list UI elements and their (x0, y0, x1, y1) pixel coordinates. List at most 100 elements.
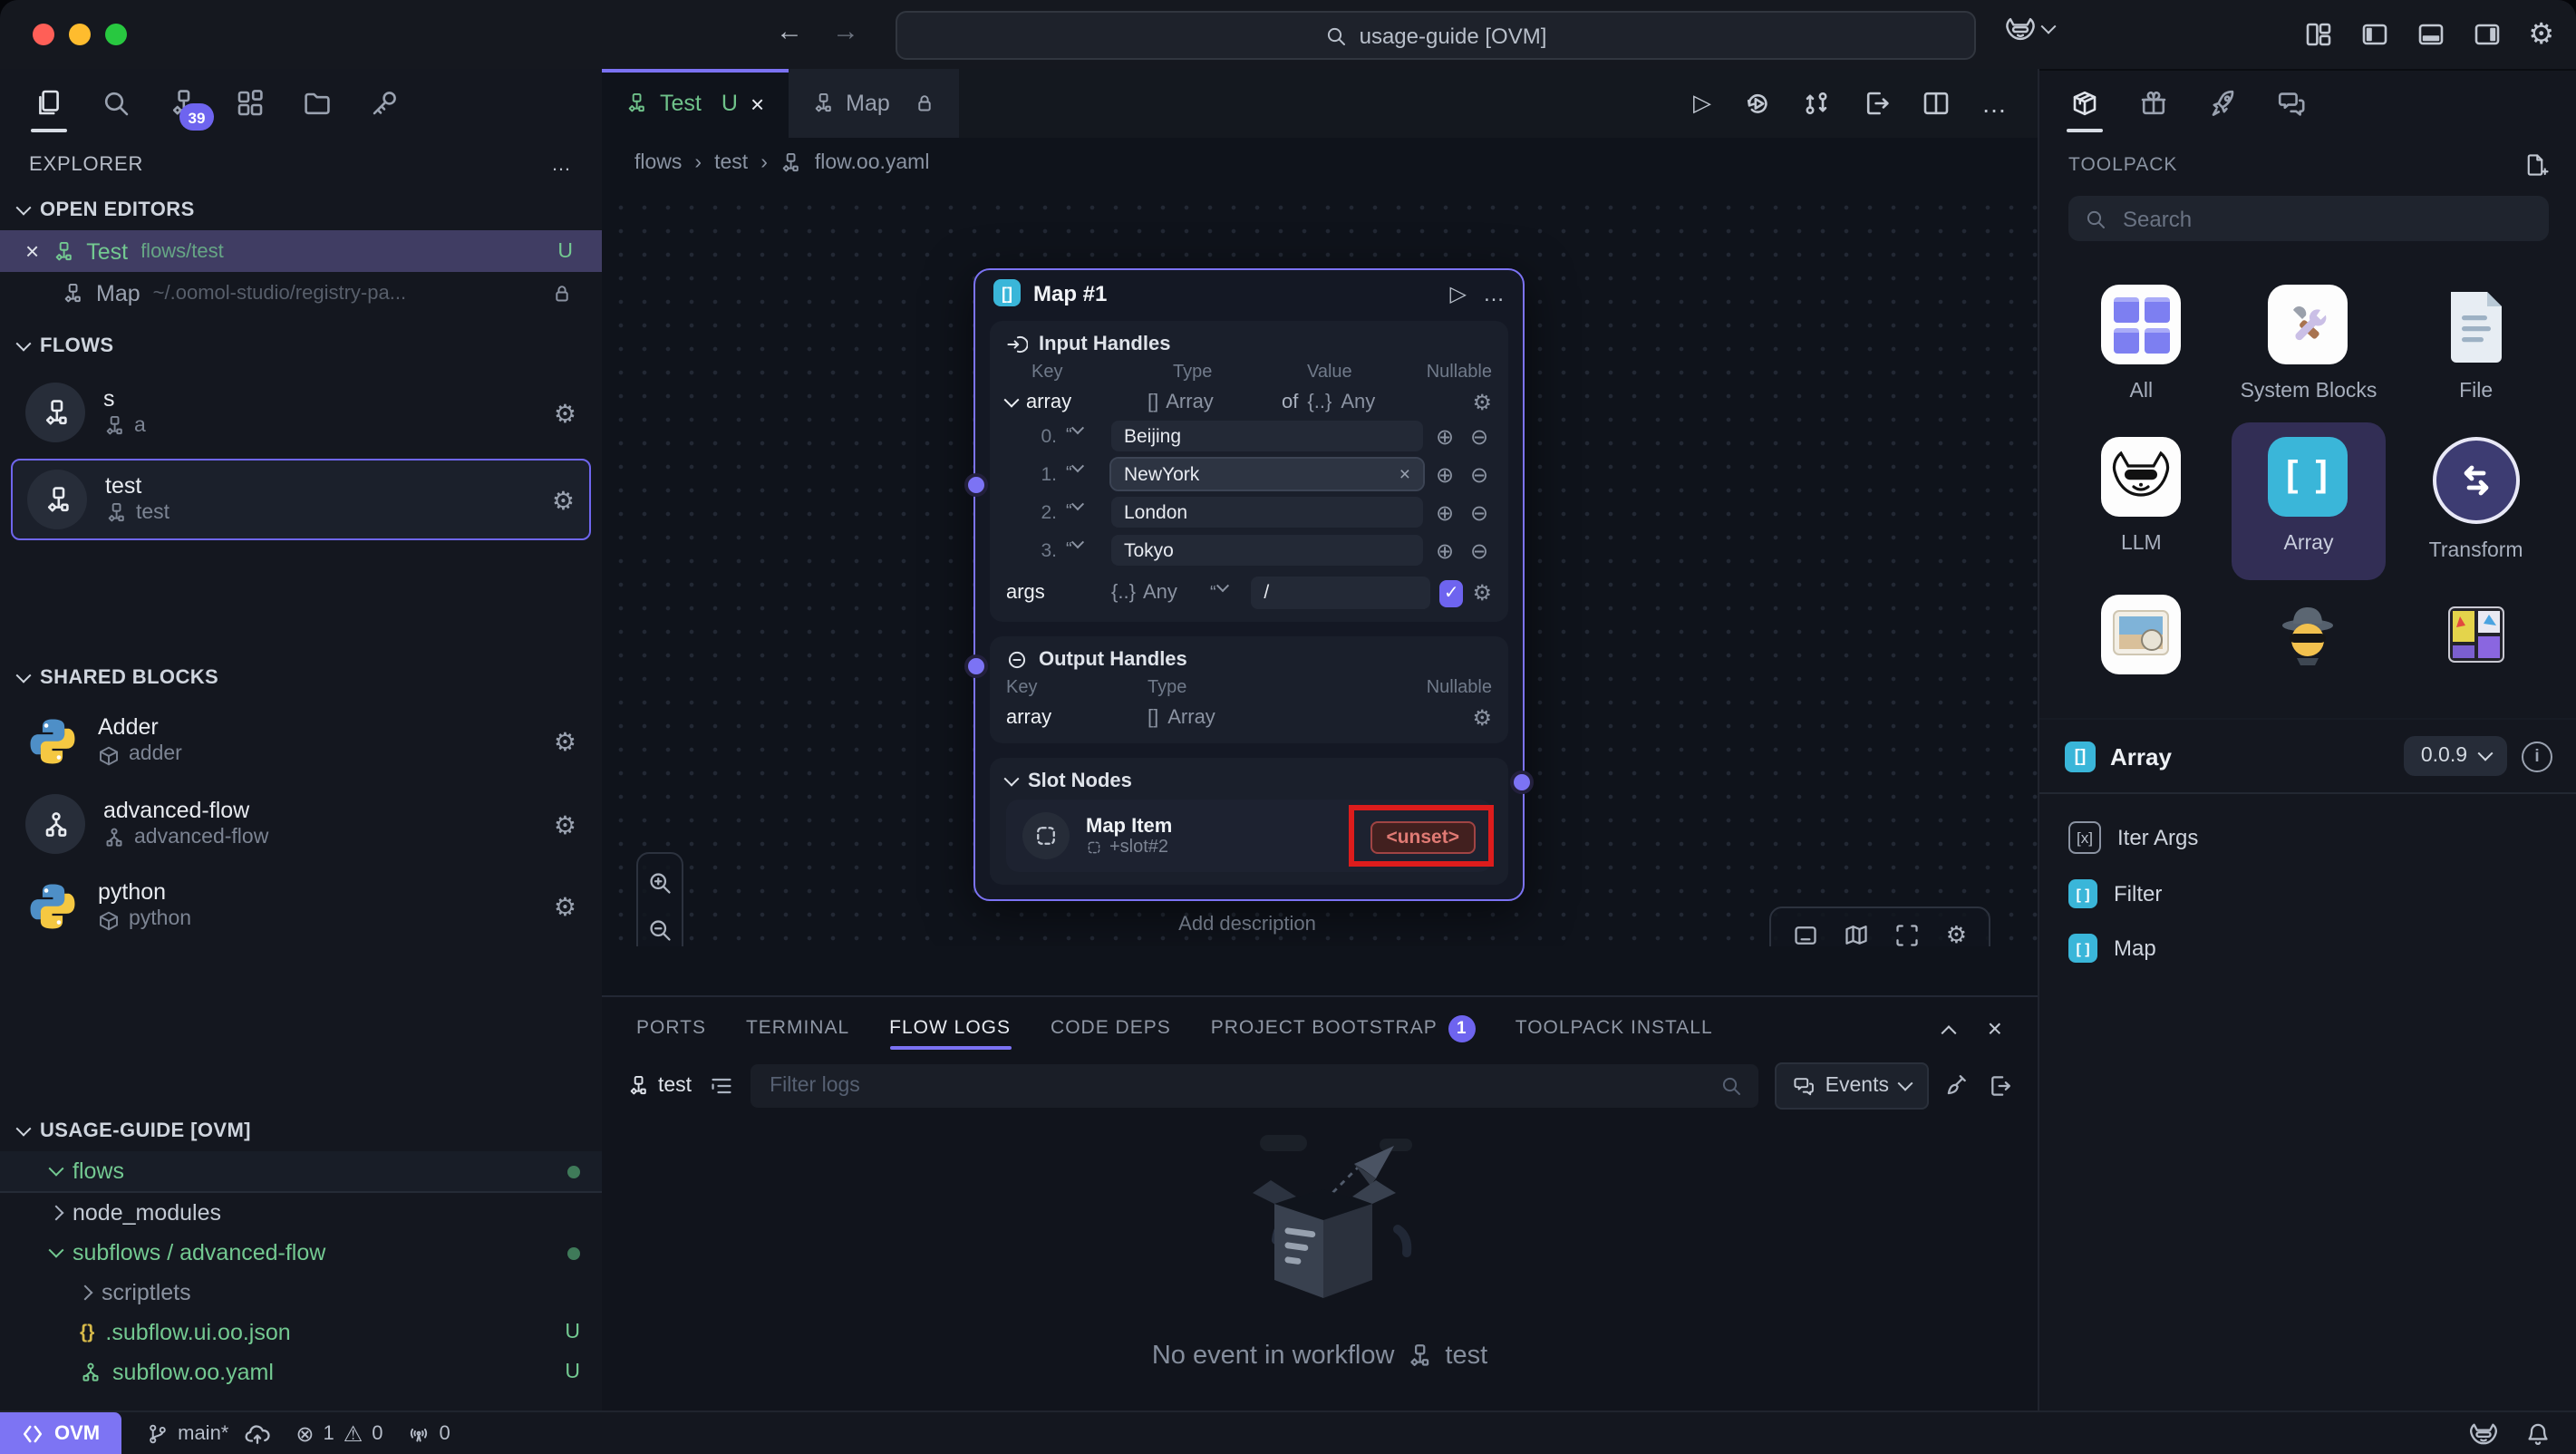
section-shared-blocks[interactable]: SHARED BLOCKS (0, 656, 602, 698)
log-level-list-icon[interactable] (708, 1073, 733, 1099)
explorer-activity-icon[interactable] (29, 78, 69, 129)
canvas-settings-gear-icon[interactable]: ⚙ (1946, 921, 1967, 946)
boost-activity-icon[interactable] (2203, 78, 2242, 129)
search-activity-icon[interactable] (96, 78, 136, 129)
category-all[interactable]: All (2065, 270, 2218, 422)
open-editor-map[interactable]: Map ~/.oomol-studio/registry-pa... (0, 272, 602, 314)
shared-block-advanced-flow[interactable]: advanced-flow advanced-flow ⚙ (11, 785, 591, 863)
array-item-input-focused[interactable]: NewYork× (1111, 459, 1423, 490)
tree-item-node-modules[interactable]: node_modules (0, 1193, 602, 1233)
handle-settings-gear-icon[interactable]: ⚙ (1472, 580, 1492, 606)
blocks-activity-icon[interactable] (230, 78, 270, 129)
remote-indicator[interactable]: OVM (0, 1412, 121, 1454)
category-system-blocks[interactable]: System Blocks (2232, 270, 2386, 422)
maximize-window-button[interactable] (105, 24, 127, 45)
shared-block-adder[interactable]: Adder adder ⚙ (11, 705, 591, 778)
add-item-icon[interactable]: ⊕ (1432, 461, 1457, 487)
compare-changes-icon[interactable] (1802, 89, 1831, 118)
string-type-icon[interactable]: “ (1066, 502, 1102, 522)
tab-test[interactable]: Test U × (602, 69, 788, 138)
add-item-icon[interactable]: ⊕ (1432, 499, 1457, 525)
block-settings-gear-icon[interactable]: ⚙ (554, 729, 576, 754)
string-type-icon[interactable]: “ (1066, 464, 1102, 484)
input-handle-args-port[interactable] (964, 654, 988, 678)
shared-block-python[interactable]: python python ⚙ (11, 870, 591, 943)
tree-item-scriptlets[interactable]: scriptlets (0, 1273, 602, 1313)
remove-item-icon[interactable]: ⊖ (1467, 461, 1492, 487)
node-more-icon[interactable]: … (1483, 280, 1505, 305)
flow-settings-gear-icon[interactable]: ⚙ (554, 400, 576, 425)
zoom-out-icon[interactable] (647, 917, 673, 943)
panel-tab-ports[interactable]: PORTS (636, 997, 706, 1059)
export-logs-icon[interactable] (1987, 1073, 2012, 1099)
remove-item-icon[interactable]: ⊖ (1467, 499, 1492, 525)
array-item-0[interactable]: 0. “ Beijing ⊕ ⊖ (1031, 421, 1492, 451)
close-tab-icon[interactable]: × (751, 90, 764, 117)
string-type-icon[interactable]: “ (1066, 426, 1102, 446)
tree-item-subflow-ui-json[interactable]: {} .subflow.ui.oo.json U (0, 1313, 602, 1352)
array-item-input[interactable]: London (1111, 497, 1423, 528)
split-editor-icon[interactable] (1922, 89, 1951, 118)
chat-activity-icon[interactable] (2271, 78, 2311, 129)
remove-item-icon[interactable]: ⊖ (1467, 423, 1492, 449)
block-item-map[interactable]: [ ] Map (2039, 921, 2576, 975)
section-flows[interactable]: FLOWS (0, 325, 602, 366)
notifications-bell-icon[interactable] (2525, 1420, 2551, 1446)
block-item-iter-args[interactable]: [x] Iter Args (2039, 809, 2576, 867)
category-transform[interactable]: Transform (2399, 422, 2552, 580)
nullable-checkbox[interactable]: ✓ (1439, 579, 1464, 606)
category-llm[interactable]: LLM (2065, 422, 2218, 580)
block-item-filter[interactable]: [ ] Filter (2039, 867, 2576, 921)
add-item-icon[interactable]: ⊕ (1432, 538, 1457, 563)
panel-tab-flow-logs[interactable]: FLOW LOGS (889, 997, 1011, 1059)
clear-logs-broom-icon[interactable] (1945, 1073, 1971, 1099)
run-flow-button[interactable]: ▷ (1693, 89, 1711, 118)
array-item-3[interactable]: 3. “ Tokyo ⊕ ⊖ (1031, 535, 1492, 566)
block-settings-gear-icon[interactable]: ⚙ (554, 894, 576, 919)
git-branch-status[interactable]: main* (147, 1420, 270, 1446)
breadcrumb[interactable]: flows › test › flow.oo.yaml (602, 138, 2038, 189)
problems-status[interactable]: ⊗ 1 ⚠ 0 (295, 1420, 383, 1446)
close-editor-icon[interactable]: × (25, 237, 39, 265)
ports-status[interactable]: 0 (409, 1422, 450, 1444)
section-open-editors[interactable]: OPEN EDITORS (0, 189, 602, 230)
folder-activity-icon[interactable] (297, 78, 337, 129)
open-editor-test[interactable]: × Test flows/test U (0, 230, 602, 272)
chevron-down-icon[interactable] (1004, 771, 1020, 787)
toolpack-search-input[interactable] (2119, 204, 2532, 233)
log-flow-selector[interactable]: test (627, 1075, 692, 1097)
sync-cloud-icon[interactable] (245, 1420, 270, 1446)
add-description-placeholder[interactable]: Add description (973, 914, 1521, 935)
events-dropdown[interactable]: Events (1775, 1062, 1929, 1110)
history-back-button[interactable]: ← (776, 16, 803, 47)
add-item-icon[interactable]: ⊕ (1432, 423, 1457, 449)
zoom-in-icon[interactable] (647, 870, 673, 896)
category-array-selected[interactable]: [ ] Array (2232, 422, 2386, 580)
fullscreen-icon[interactable] (1895, 923, 1921, 946)
version-dropdown[interactable]: 0.0.9 (2405, 736, 2507, 776)
toolpack-search-field[interactable] (2068, 196, 2549, 241)
category-scraper-clipped[interactable] (2232, 580, 2386, 683)
close-window-button[interactable] (33, 24, 54, 45)
settings-gear-icon[interactable]: ⚙ (2528, 16, 2554, 53)
flow-item-s[interactable]: s a ⚙ (11, 373, 591, 451)
panel-tab-terminal[interactable]: TERMINAL (746, 997, 849, 1059)
input-row-array[interactable]: array []Array of{..}Any ⚙ (1006, 390, 1492, 415)
panel-tab-project-bootstrap[interactable]: PROJECT BOOTSTRAP1 (1211, 997, 1476, 1059)
assistant-menu[interactable] (2003, 15, 2054, 44)
command-center-search[interactable]: usage-guide [OVM] (896, 11, 1976, 60)
string-type-icon[interactable]: “ (1210, 583, 1242, 603)
toggle-left-panel-icon[interactable] (2359, 20, 2388, 49)
filter-logs-field[interactable] (750, 1064, 1758, 1108)
tab-map[interactable]: Map (788, 69, 959, 138)
array-item-input[interactable]: Tokyo (1111, 535, 1423, 566)
chevron-down-icon[interactable] (1004, 393, 1020, 408)
node-map-1[interactable]: [] Map #1 ▷ … Input Handles Key Type Val… (973, 268, 1525, 901)
maximize-panel-icon[interactable] (1942, 1025, 1957, 1041)
mascot-status-icon[interactable] (2467, 1419, 2500, 1448)
array-item-2[interactable]: 2. “ London ⊕ ⊖ (1031, 497, 1492, 528)
input-row-args[interactable]: args {..}Any “ / ✓ ⚙ (1006, 577, 1492, 609)
string-type-icon[interactable]: “ (1066, 540, 1102, 560)
remove-item-icon[interactable]: ⊖ (1467, 538, 1492, 563)
flow-item-test[interactable]: test test ⚙ (11, 459, 591, 540)
